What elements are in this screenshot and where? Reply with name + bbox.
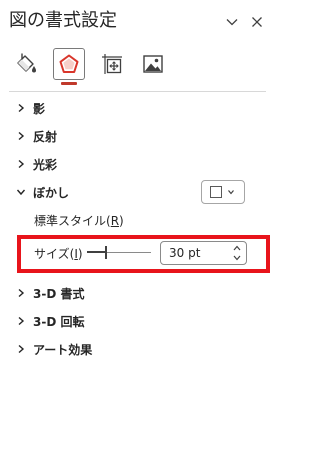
tab-fill-line[interactable] [10,48,42,80]
size-spinbox[interactable] [160,241,247,265]
size-properties-icon [102,54,122,74]
selected-tab-indicator [61,82,77,85]
pane-title: 図の書式設定 [9,10,117,31]
section-label: 3-D 回転 [33,314,85,329]
chevron-down-icon [226,19,238,26]
pentagon-icon [59,54,79,73]
preset-swatch [210,186,222,198]
section-glow[interactable]: 光彩 [16,153,57,175]
chevron-right-icon [16,288,26,298]
tabs-divider [9,91,266,92]
chevron-right-icon [16,316,26,326]
slider-fill [87,251,106,253]
section-3d-rotation[interactable]: 3-D 回転 [16,310,84,332]
section-label: アート効果 [33,342,93,357]
section-label: 反射 [33,129,58,144]
chevron-down-icon [227,188,235,196]
close-icon [252,17,262,27]
section-label: 光彩 [33,157,58,172]
section-reflection[interactable]: 反射 [16,125,57,147]
tab-effects[interactable] [53,48,85,80]
chevron-down-icon [16,187,26,197]
slider-thumb[interactable] [105,246,107,259]
preset-dropdown[interactable] [201,180,245,204]
preset-label: 標準スタイル(R) [34,214,124,228]
spin-down-button[interactable] [232,254,241,262]
close-pane-button[interactable] [247,12,267,32]
section-label: ぼかし [33,185,70,200]
paint-bucket-icon [17,53,36,73]
section-artistic-effects[interactable]: アート効果 [16,338,92,360]
tab-picture[interactable] [137,48,169,80]
section-3d-format[interactable]: 3-D 書式 [16,282,84,304]
tab-size-properties[interactable] [96,48,128,80]
spin-arrows [232,244,241,262]
chevron-right-icon [16,131,26,141]
section-label: 3-D 書式 [33,286,85,301]
picture-icon [143,55,163,73]
chevron-right-icon [16,344,26,354]
size-slider[interactable] [87,245,151,261]
chevron-up-icon [233,245,240,251]
section-label: 影 [33,101,46,116]
chevron-right-icon [16,103,26,113]
size-label: サイズ(I) [34,247,83,261]
pane-options-button[interactable] [222,12,242,32]
spin-up-button[interactable] [232,244,241,252]
section-shadow[interactable]: 影 [16,97,45,119]
category-tabs [0,44,281,90]
section-soft-edges[interactable]: ぼかし [16,181,69,203]
chevron-right-icon [16,159,26,169]
chevron-down-icon [233,255,240,261]
size-input[interactable] [169,242,225,264]
pane-header: 図の書式設定 [0,0,281,44]
